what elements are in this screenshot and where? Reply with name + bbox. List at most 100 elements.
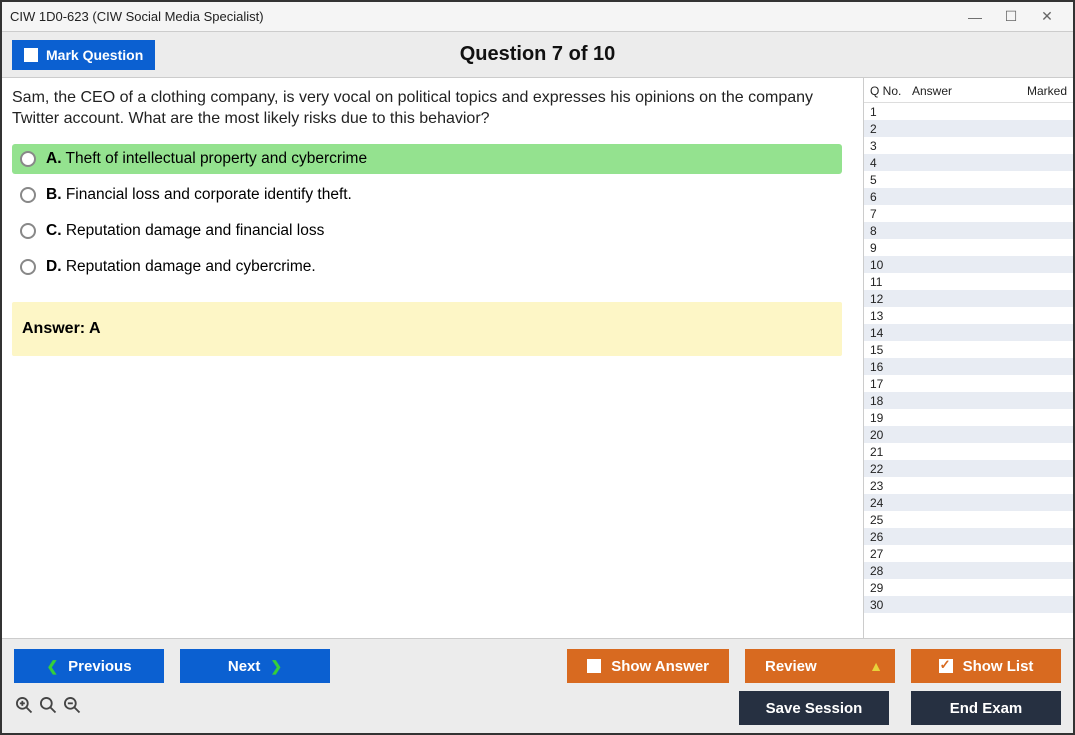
zoom-out-icon[interactable]: [62, 695, 82, 721]
col-answer: Answer: [912, 84, 1003, 98]
question-row[interactable]: 30: [864, 596, 1073, 613]
option-a[interactable]: A. Theft of intellectual property and cy…: [12, 144, 842, 174]
question-row[interactable]: 17: [864, 375, 1073, 392]
end-exam-button[interactable]: End Exam: [911, 691, 1061, 725]
question-row[interactable]: 7: [864, 205, 1073, 222]
question-row[interactable]: 1: [864, 103, 1073, 120]
option-letter: A.: [46, 150, 62, 167]
main-panel: Sam, the CEO of a clothing company, is v…: [2, 78, 863, 638]
qno-cell: 16: [870, 360, 912, 374]
question-row[interactable]: 28: [864, 562, 1073, 579]
qno-cell: 5: [870, 173, 912, 187]
minimize-button[interactable]: —: [957, 6, 993, 28]
radio-icon: [20, 259, 36, 275]
qno-cell: 23: [870, 479, 912, 493]
zoom-in-icon[interactable]: [38, 695, 58, 721]
maximize-button[interactable]: ☐: [993, 6, 1029, 28]
option-text: Financial loss and corporate identify th…: [66, 186, 352, 203]
question-row[interactable]: 13: [864, 307, 1073, 324]
question-row[interactable]: 8: [864, 222, 1073, 239]
option-letter: C.: [46, 222, 62, 239]
qno-cell: 15: [870, 343, 912, 357]
qno-cell: 28: [870, 564, 912, 578]
question-row[interactable]: 21: [864, 443, 1073, 460]
question-row[interactable]: 3: [864, 137, 1073, 154]
chevron-left-icon: ❮: [46, 658, 58, 675]
qno-cell: 6: [870, 190, 912, 204]
question-row[interactable]: 29: [864, 579, 1073, 596]
option-d[interactable]: D. Reputation damage and cybercrime.: [12, 252, 842, 282]
save-session-button[interactable]: Save Session: [739, 691, 889, 725]
question-row[interactable]: 18: [864, 392, 1073, 409]
qno-cell: 22: [870, 462, 912, 476]
qno-cell: 21: [870, 445, 912, 459]
option-letter: D.: [46, 258, 62, 275]
checkbox-icon: [587, 659, 601, 673]
end-exam-label: End Exam: [950, 700, 1023, 717]
question-row[interactable]: 5: [864, 171, 1073, 188]
qno-cell: 1: [870, 105, 912, 119]
question-row[interactable]: 2: [864, 120, 1073, 137]
col-qno: Q No.: [870, 84, 912, 98]
col-marked: Marked: [1003, 84, 1067, 98]
close-button[interactable]: ✕: [1029, 6, 1065, 28]
qno-cell: 9: [870, 241, 912, 255]
qno-cell: 29: [870, 581, 912, 595]
question-row[interactable]: 27: [864, 545, 1073, 562]
question-row[interactable]: 25: [864, 511, 1073, 528]
option-letter: B.: [46, 186, 62, 203]
qno-cell: 30: [870, 598, 912, 612]
question-row[interactable]: 12: [864, 290, 1073, 307]
question-row[interactable]: 10: [864, 256, 1073, 273]
option-c[interactable]: C. Reputation damage and financial loss: [12, 216, 842, 246]
previous-label: Previous: [68, 658, 131, 675]
option-b[interactable]: B. Financial loss and corporate identify…: [12, 180, 842, 210]
radio-icon: [20, 223, 36, 239]
question-row[interactable]: 14: [864, 324, 1073, 341]
qno-cell: 14: [870, 326, 912, 340]
option-text: Reputation damage and cybercrime.: [66, 258, 316, 275]
radio-icon: [20, 151, 36, 167]
qno-cell: 17: [870, 377, 912, 391]
question-list-panel: Q No. Answer Marked 12345678910111213141…: [863, 78, 1073, 638]
question-row[interactable]: 24: [864, 494, 1073, 511]
question-list-body[interactable]: 1234567891011121314151617181920212223242…: [864, 103, 1073, 638]
question-row[interactable]: 22: [864, 460, 1073, 477]
qno-cell: 3: [870, 139, 912, 153]
question-row[interactable]: 16: [864, 358, 1073, 375]
qno-cell: 20: [870, 428, 912, 442]
qno-cell: 19: [870, 411, 912, 425]
qno-cell: 13: [870, 309, 912, 323]
question-row[interactable]: 11: [864, 273, 1073, 290]
question-row[interactable]: 26: [864, 528, 1073, 545]
show-answer-button[interactable]: Show Answer: [567, 649, 729, 683]
qno-cell: 10: [870, 258, 912, 272]
question-row[interactable]: 9: [864, 239, 1073, 256]
mark-question-button[interactable]: Mark Question: [12, 40, 155, 70]
question-row[interactable]: 4: [864, 154, 1073, 171]
qno-cell: 2: [870, 122, 912, 136]
option-text: Theft of intellectual property and cyber…: [66, 150, 368, 167]
zoom-reset-icon[interactable]: [14, 695, 34, 721]
review-button[interactable]: Review ▲: [745, 649, 895, 683]
question-row[interactable]: 20: [864, 426, 1073, 443]
question-row[interactable]: 19: [864, 409, 1073, 426]
qno-cell: 18: [870, 394, 912, 408]
chevron-right-icon: ❯: [270, 658, 282, 675]
qno-cell: 27: [870, 547, 912, 561]
next-button[interactable]: Next ❯: [180, 649, 330, 683]
app-window: CIW 1D0-623 (CIW Social Media Specialist…: [0, 0, 1075, 735]
question-row[interactable]: 23: [864, 477, 1073, 494]
qno-cell: 12: [870, 292, 912, 306]
show-answer-label: Show Answer: [611, 658, 709, 675]
zoom-controls: [14, 695, 82, 721]
show-list-button[interactable]: Show List: [911, 649, 1061, 683]
save-session-label: Save Session: [766, 700, 863, 717]
question-row[interactable]: 6: [864, 188, 1073, 205]
footer: ❮ Previous Next ❯ Show Answer Review ▲ S…: [2, 638, 1073, 733]
header-bar: Mark Question Question 7 of 10: [2, 32, 1073, 78]
checkbox-icon: [24, 48, 38, 62]
question-row[interactable]: 15: [864, 341, 1073, 358]
previous-button[interactable]: ❮ Previous: [14, 649, 164, 683]
next-label: Next: [228, 658, 261, 675]
